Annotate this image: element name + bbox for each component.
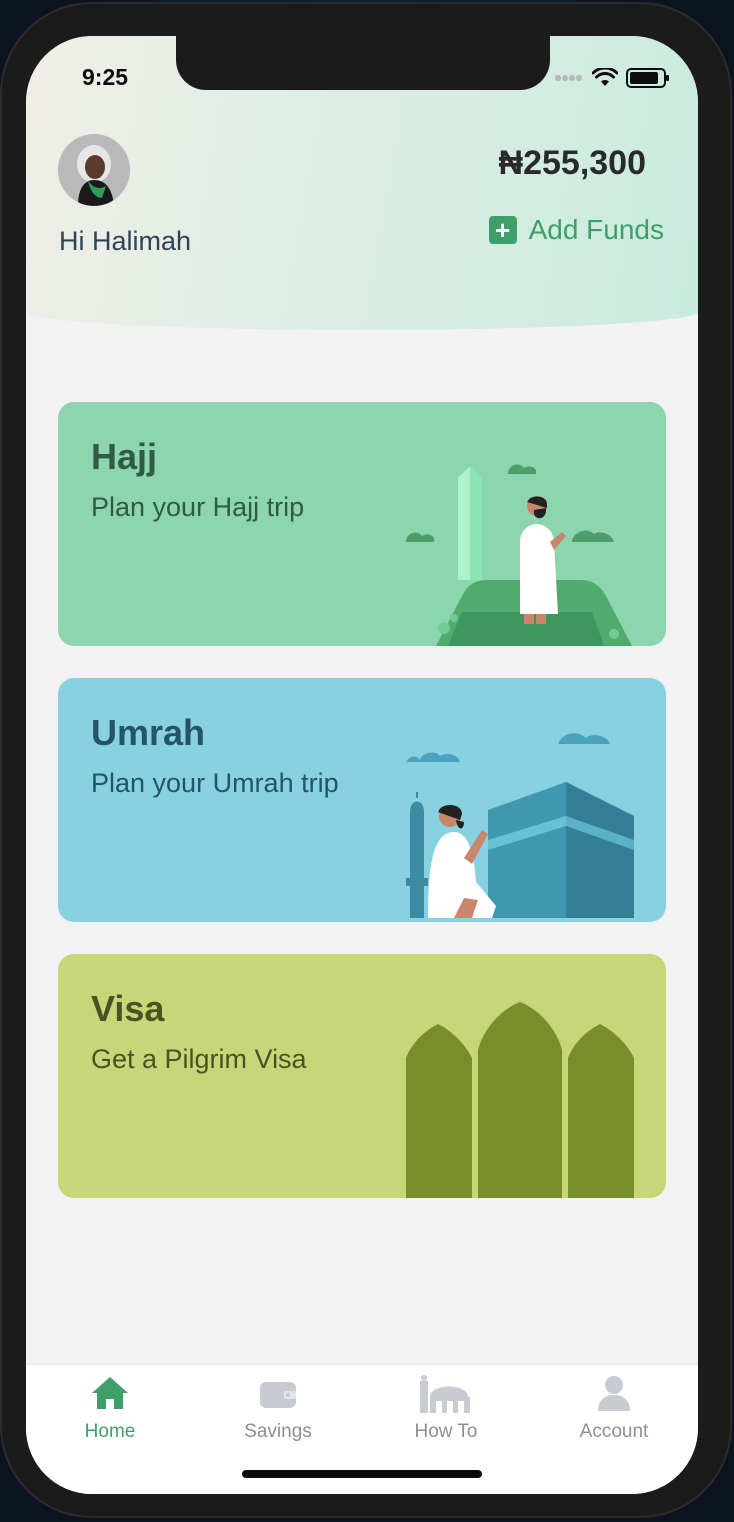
tab-how-to[interactable]: How To: [362, 1369, 530, 1449]
person-icon: [598, 1376, 630, 1411]
umrah-card[interactable]: Umrah Plan your Umrah trip: [58, 678, 666, 922]
tab-how-to-label: How To: [414, 1421, 478, 1442]
plus-icon: +: [488, 216, 517, 244]
umrah-card-title: Umrah: [91, 712, 206, 753]
mosque-icon: [420, 1375, 470, 1413]
phone-frame: 9:25 Hi Halimah ₦255,300 + Add Funds Haj…: [0, 2, 732, 1518]
tab-home-label: Home: [84, 1421, 136, 1442]
wifi-icon: [592, 68, 618, 86]
status-time: 9:25: [82, 64, 129, 90]
umrah-card-subtitle: Plan your Umrah trip: [91, 768, 339, 798]
hajj-card-title: Hajj: [91, 436, 158, 477]
greeting-text: Hi Halimah: [59, 226, 192, 256]
hajj-pilgrim-illustration: [406, 464, 632, 646]
avatar[interactable]: [58, 134, 130, 206]
hajj-card-subtitle: Plan your Hajj trip: [91, 492, 305, 522]
tab-account[interactable]: Account: [530, 1369, 698, 1449]
battery-icon: [626, 68, 669, 88]
visa-card-subtitle: Get a Pilgrim Visa: [91, 1044, 307, 1074]
add-funds-button[interactable]: + Add Funds: [488, 214, 664, 246]
umrah-kaaba-illustration: [406, 733, 634, 918]
add-funds-label: Add Funds: [528, 214, 664, 245]
wallet-balance: ₦255,300: [498, 144, 646, 182]
hajj-card[interactable]: Hajj Plan your Hajj trip: [58, 402, 666, 646]
signal-icon: [555, 75, 582, 81]
visa-card[interactable]: Visa Get a Pilgrim Visa: [58, 954, 666, 1198]
home-icon: [92, 1377, 128, 1409]
home-indicator[interactable]: [242, 1470, 482, 1478]
device-notch: [176, 36, 550, 90]
app-screen: 9:25 Hi Halimah ₦255,300 + Add Funds Haj…: [26, 36, 698, 1494]
profile-photo: [58, 134, 130, 206]
visa-card-title: Visa: [91, 988, 165, 1029]
tab-savings[interactable]: Savings: [194, 1369, 362, 1449]
arch-windows-illustration: [406, 1002, 634, 1198]
tab-home[interactable]: Home: [26, 1369, 194, 1449]
status-icons: [554, 68, 670, 88]
wallet-icon: [260, 1382, 296, 1408]
tab-savings-label: Savings: [244, 1421, 312, 1442]
tab-account-label: Account: [579, 1421, 649, 1442]
